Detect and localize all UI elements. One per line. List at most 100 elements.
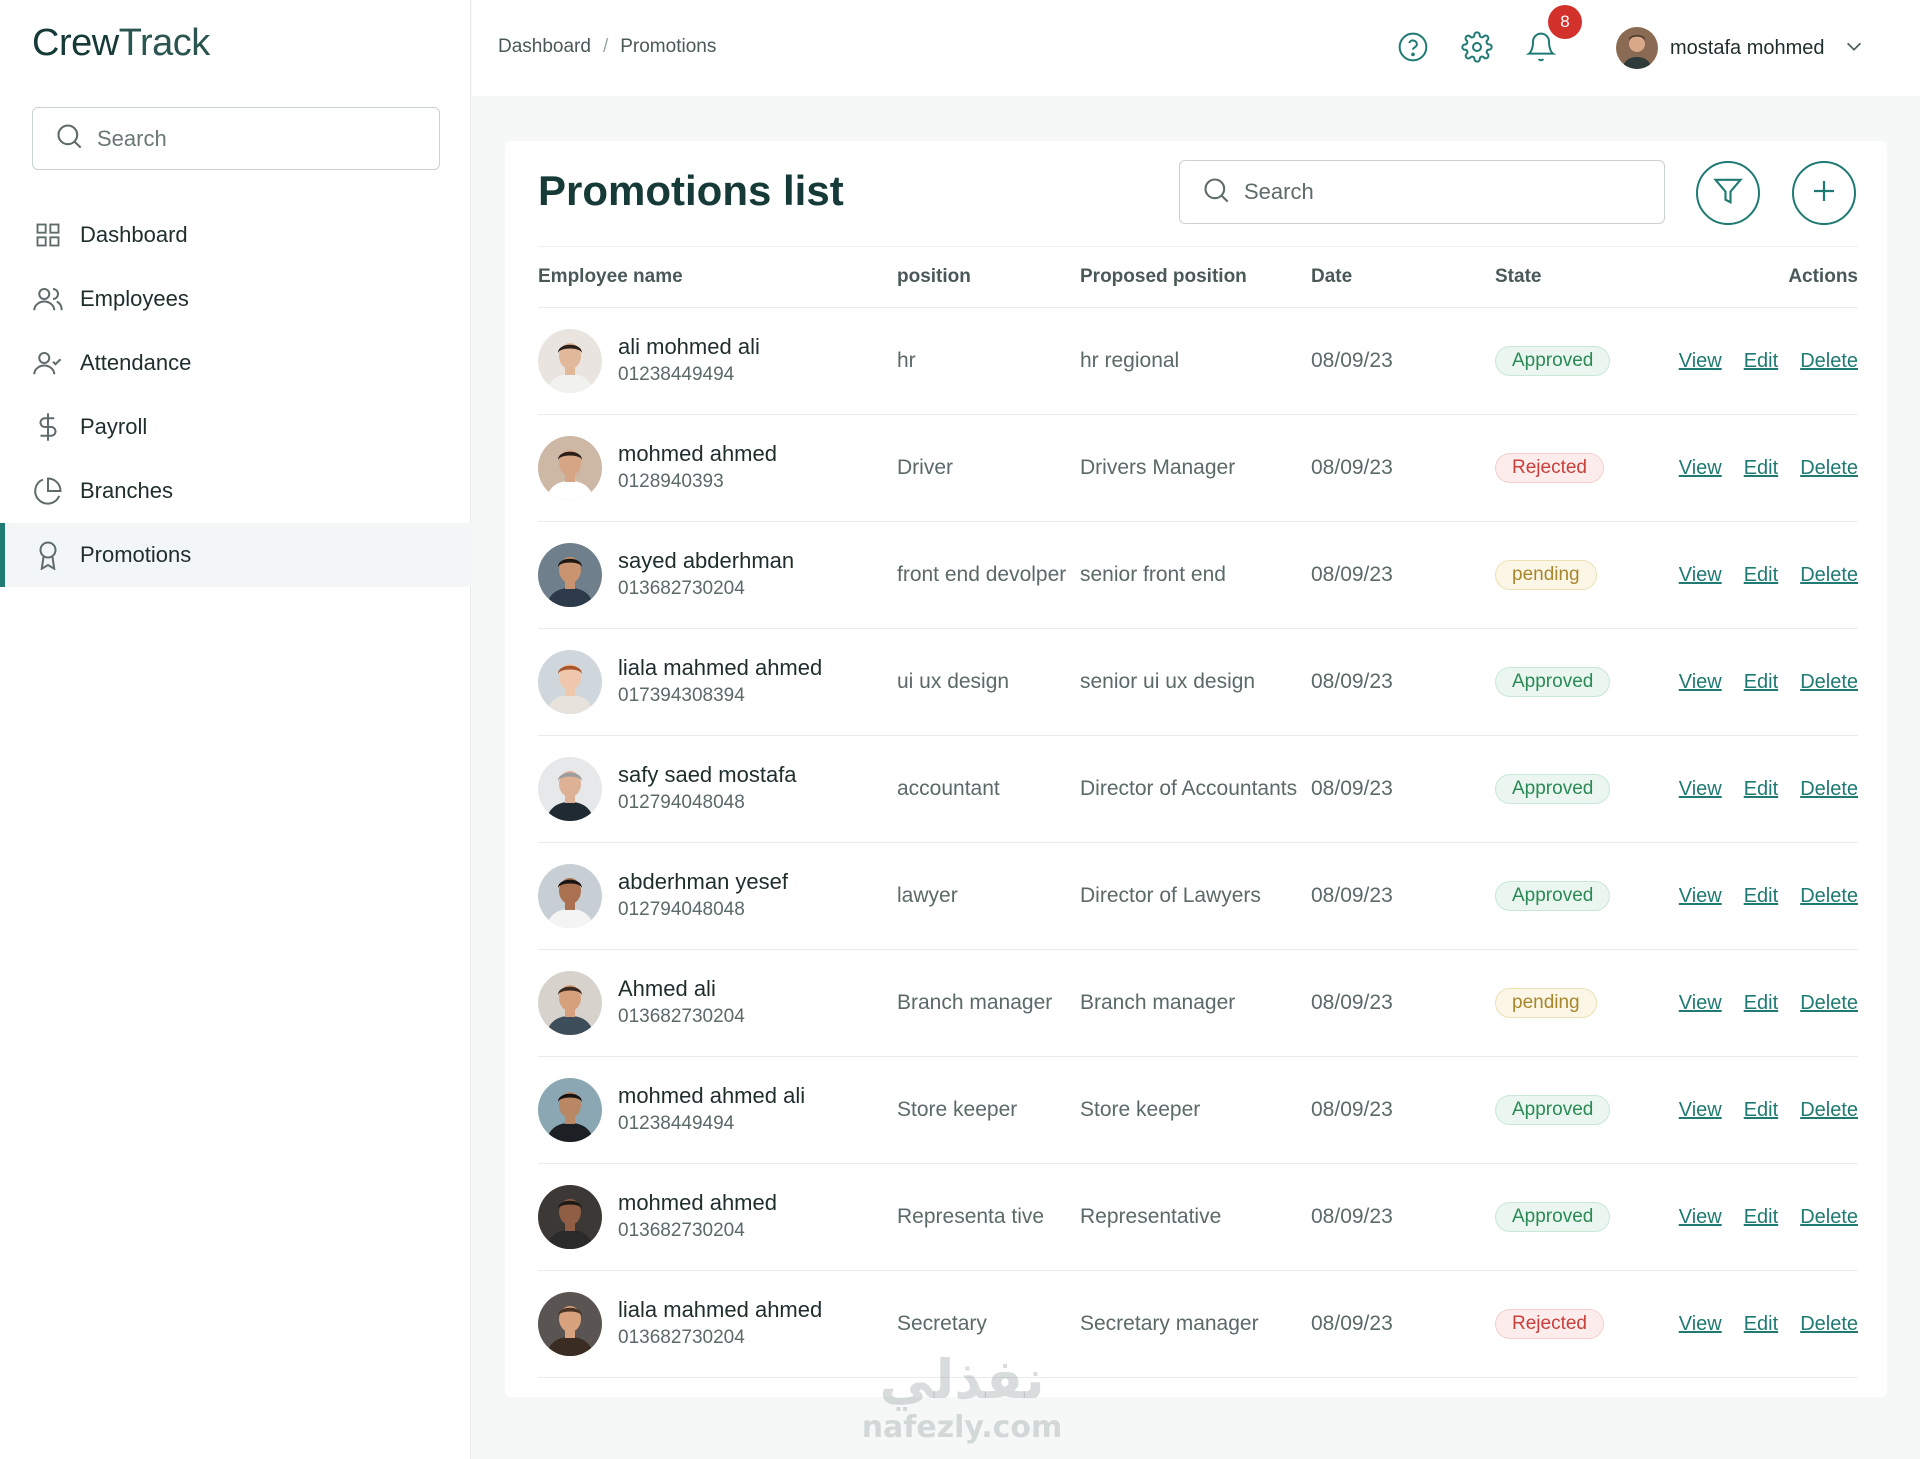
edit-link[interactable]: Edit bbox=[1744, 1099, 1778, 1122]
avatar bbox=[538, 971, 602, 1035]
sidebar-item-label: Branches bbox=[80, 478, 173, 503]
view-link[interactable]: View bbox=[1679, 778, 1722, 801]
sidebar-item-payroll[interactable]: Payroll bbox=[0, 395, 471, 459]
edit-link[interactable]: Edit bbox=[1744, 457, 1778, 480]
delete-link[interactable]: Delete bbox=[1800, 1313, 1858, 1336]
date-cell: 08/09/23 bbox=[1311, 1205, 1393, 1228]
delete-link[interactable]: Delete bbox=[1800, 885, 1858, 908]
view-link[interactable]: View bbox=[1679, 885, 1722, 908]
view-link[interactable]: View bbox=[1679, 1313, 1722, 1336]
date-cell: 08/09/23 bbox=[1311, 884, 1393, 907]
table-header: Employee name position Proposed position… bbox=[538, 246, 1858, 308]
filter-button[interactable] bbox=[1696, 161, 1760, 225]
table-row: ali mohmed ali 01238449494 hr hr regiona… bbox=[538, 308, 1858, 415]
actions-cell: View Edit Delete bbox=[1665, 885, 1858, 908]
edit-link[interactable]: Edit bbox=[1744, 885, 1778, 908]
help-icon[interactable] bbox=[1396, 30, 1430, 64]
col-proposed-position[interactable]: Proposed position bbox=[1080, 261, 1311, 293]
breadcrumb-promotions: Promotions bbox=[620, 36, 717, 57]
search-icon bbox=[55, 122, 83, 155]
filter-icon bbox=[1713, 176, 1743, 211]
col-date[interactable]: Date bbox=[1311, 266, 1495, 288]
col-position[interactable]: position bbox=[897, 261, 1080, 293]
delete-link[interactable]: Delete bbox=[1800, 350, 1858, 373]
employee-phone: 012794048048 bbox=[618, 899, 745, 920]
promotions-search-placeholder: Search bbox=[1244, 179, 1314, 204]
view-link[interactable]: View bbox=[1679, 1206, 1722, 1229]
edit-link[interactable]: Edit bbox=[1744, 992, 1778, 1015]
delete-link[interactable]: Delete bbox=[1800, 564, 1858, 587]
position-cell: accountant bbox=[897, 777, 1000, 800]
sidebar-item-employees[interactable]: Employees bbox=[0, 267, 471, 331]
edit-link[interactable]: Edit bbox=[1744, 350, 1778, 373]
table-row: liala mahmed ahmed 013682730204 Secretar… bbox=[538, 1271, 1858, 1378]
user-menu[interactable]: mostafa mohmed bbox=[1616, 27, 1865, 69]
view-link[interactable]: View bbox=[1679, 457, 1722, 480]
sidebar-item-label: Promotions bbox=[80, 542, 192, 567]
employee-phone: 013682730204 bbox=[618, 1006, 745, 1027]
employee-name: Ahmed ali bbox=[618, 976, 716, 1001]
breadcrumb-dashboard[interactable]: Dashboard bbox=[498, 36, 591, 58]
status-badge: Approved bbox=[1495, 881, 1611, 911]
delete-link[interactable]: Delete bbox=[1800, 671, 1858, 694]
col-employee-name[interactable]: Employee name bbox=[538, 266, 897, 288]
employee-name: sayed abderhman bbox=[618, 548, 795, 573]
status-badge: pending bbox=[1495, 560, 1597, 590]
view-link[interactable]: View bbox=[1679, 564, 1722, 587]
delete-link[interactable]: Delete bbox=[1800, 778, 1858, 801]
state-cell: Approved bbox=[1495, 1202, 1665, 1232]
edit-link[interactable]: Edit bbox=[1744, 778, 1778, 801]
date-cell: 08/09/23 bbox=[1311, 777, 1393, 800]
search-icon bbox=[1202, 176, 1230, 209]
edit-link[interactable]: Edit bbox=[1744, 1313, 1778, 1336]
delete-link[interactable]: Delete bbox=[1800, 457, 1858, 480]
sidebar-item-promotions[interactable]: Promotions bbox=[0, 523, 471, 587]
promotions-card: Promotions list Search Employee name pos… bbox=[505, 141, 1887, 1397]
sidebar-item-dashboard[interactable]: Dashboard bbox=[0, 203, 471, 267]
view-link[interactable]: View bbox=[1679, 671, 1722, 694]
employee-phone: 012794048048 bbox=[618, 792, 745, 813]
proposed-position-cell: Director of Lawyers bbox=[1080, 884, 1261, 907]
state-cell: Rejected bbox=[1495, 1309, 1665, 1339]
employee-cell: abderhman yesef 012794048048 bbox=[538, 864, 897, 928]
employee-cell: mohmed ahmed 013682730204 bbox=[538, 1185, 897, 1249]
table-body: ali mohmed ali 01238449494 hr hr regiona… bbox=[538, 308, 1858, 1378]
delete-link[interactable]: Delete bbox=[1800, 1206, 1858, 1229]
sidebar-search-input[interactable]: Search bbox=[32, 107, 440, 170]
chevron-down-icon[interactable] bbox=[1843, 35, 1865, 62]
promotions-search-input[interactable]: Search bbox=[1179, 160, 1665, 224]
bell-icon[interactable] bbox=[1524, 30, 1558, 64]
sidebar-item-label: Payroll bbox=[80, 414, 148, 439]
view-link[interactable]: View bbox=[1679, 1099, 1722, 1122]
avatar bbox=[538, 1292, 602, 1356]
state-cell: Approved bbox=[1495, 1095, 1665, 1125]
delete-link[interactable]: Delete bbox=[1800, 1099, 1858, 1122]
employee-name: safy saed mostafa bbox=[618, 762, 797, 787]
proposed-position-cell: senior ui ux design bbox=[1080, 670, 1256, 693]
col-state[interactable]: State bbox=[1495, 266, 1665, 288]
actions-cell: View Edit Delete bbox=[1665, 1206, 1858, 1229]
delete-link[interactable]: Delete bbox=[1800, 992, 1858, 1015]
date-cell: 08/09/23 bbox=[1311, 563, 1393, 586]
edit-link[interactable]: Edit bbox=[1744, 564, 1778, 587]
add-promotion-button[interactable] bbox=[1792, 161, 1856, 225]
edit-link[interactable]: Edit bbox=[1744, 1206, 1778, 1229]
employee-name: liala mahmed ahmed bbox=[618, 1297, 823, 1322]
actions-cell: View Edit Delete bbox=[1665, 1313, 1858, 1336]
notification-badge: 8 bbox=[1548, 5, 1582, 39]
breadcrumb-separator: / bbox=[602, 36, 609, 57]
gear-icon[interactable] bbox=[1460, 30, 1494, 64]
edit-link[interactable]: Edit bbox=[1744, 671, 1778, 694]
sidebar-item-attendance[interactable]: Attendance bbox=[0, 331, 471, 395]
sidebar-item-branches[interactable]: Branches bbox=[0, 459, 471, 523]
position-cell: hr bbox=[897, 349, 916, 372]
avatar bbox=[538, 864, 602, 928]
employee-name: liala mahmed ahmed bbox=[618, 655, 823, 680]
table-row: safy saed mostafa 012794048048 accountan… bbox=[538, 736, 1858, 843]
app-logo[interactable]: CrewTrack bbox=[32, 22, 210, 65]
position-cell: Representa tive bbox=[897, 1205, 1045, 1228]
proposed-position-cell: Drivers Manager bbox=[1080, 456, 1236, 479]
view-link[interactable]: View bbox=[1679, 350, 1722, 373]
view-link[interactable]: View bbox=[1679, 992, 1722, 1015]
actions-cell: View Edit Delete bbox=[1665, 778, 1858, 801]
